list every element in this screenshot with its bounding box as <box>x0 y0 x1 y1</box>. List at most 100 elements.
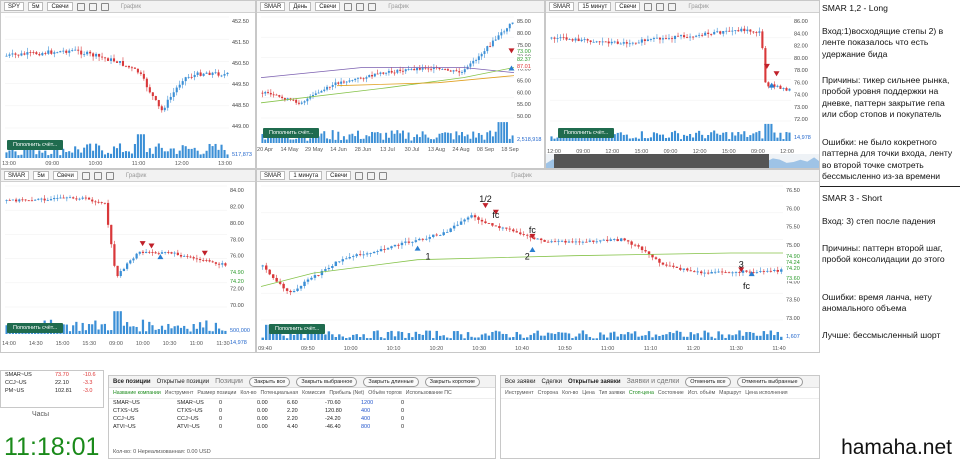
ticker-field[interactable]: SPY <box>4 2 25 11</box>
tab-all-orders[interactable]: Все заявки <box>505 379 536 385</box>
tab-trades[interactable]: Сделки <box>542 379 562 385</box>
ticker-field[interactable]: SMAR <box>260 2 286 11</box>
zoom-icon[interactable] <box>367 171 376 180</box>
chart-smar-5m[interactable]: SMAR 5м Свечи График 84.00 82.00 80.00 78.00 76.… <box>0 169 256 353</box>
volume-bar <box>324 334 327 340</box>
crosshair-icon[interactable] <box>81 171 90 180</box>
volume-bar <box>719 134 722 141</box>
price-label: 86.00 <box>794 19 808 25</box>
cancel-all-button[interactable]: Отменить все <box>685 376 731 387</box>
style-field[interactable]: Свечи <box>52 171 78 180</box>
volume-bar <box>199 154 202 158</box>
zoom-icon[interactable] <box>93 171 102 180</box>
candle-body <box>268 269 271 275</box>
candle-body <box>776 269 779 272</box>
candle-body <box>271 274 275 278</box>
ticker-field[interactable]: SMAR <box>4 171 30 180</box>
draw-icon[interactable] <box>668 2 677 11</box>
candle-body <box>430 68 433 70</box>
position-row[interactable]: CCJ~US CCJ~US 0 0.00 2.20 -24.20 400 0 <box>109 415 495 423</box>
chart-spy-5m[interactable]: SPY 5м Свечи График 452.50 451.50 450.50 449.50… <box>0 0 256 169</box>
draw-icon[interactable] <box>368 2 377 11</box>
timeframe-field[interactable]: 5м <box>33 171 49 180</box>
candle-body <box>543 240 546 242</box>
watchlist-panel: SMAR~US 73.70 -10.6 CCJ~US 22.10 -3.3 PM~US 1… <box>0 370 104 408</box>
close-short-button[interactable]: Закрыть короткие <box>424 376 480 387</box>
deposit-button[interactable]: Пополнить счёт... <box>7 140 64 150</box>
chart-smar-day[interactable]: SMARДеньСвечиГрафик85.0080.0075.0073.007… <box>256 0 545 169</box>
style-field[interactable]: Свечи <box>326 171 352 180</box>
cancel-selected-button[interactable]: Отменить выбранные <box>736 376 803 387</box>
volume-bar <box>619 334 623 340</box>
draw-icon[interactable] <box>379 171 388 180</box>
position-row[interactable]: CTXS~US CTXS~US 0 0.00 2.20 120.80 400 0 <box>109 407 495 415</box>
volume-bar <box>202 327 205 334</box>
chart-svg: 85.0080.0075.0073.0070.0065.0060.0055.00… <box>257 16 544 153</box>
timeframe-field[interactable]: День <box>289 2 312 11</box>
volume-bar <box>508 337 512 340</box>
candle-body <box>602 239 605 241</box>
position-row[interactable]: ATVI~US ATVI~US 0 0.00 4.40 -46.40 800 0 <box>109 423 495 431</box>
chart-smar-15m[interactable]: SMAR 15 минут Свечи График 86.00 84.00 82.00 80… <box>545 0 820 169</box>
watch-row[interactable]: CCJ~US 22.10 -3.3 <box>1 379 103 387</box>
zoom-icon[interactable] <box>88 2 97 11</box>
timeframe-field[interactable]: 5м <box>28 2 44 11</box>
watch-row[interactable]: SMAR~US 73.70 -10.6 <box>1 371 103 379</box>
position-row[interactable]: SMAR~US SMAR~US 0 0.00 6.60 -70.60 1200 0 <box>109 399 495 407</box>
volume-bar <box>539 335 543 340</box>
deposit-button[interactable]: Пополнить счёт... <box>269 324 326 334</box>
deposit-button[interactable]: Пополнить счёт... <box>7 323 64 333</box>
notes-panel: SMAR 1,2 - Long Вход:1)восходящие степы … <box>820 0 960 459</box>
watch-row[interactable]: PM~US 102.81 -3.0 <box>1 387 103 395</box>
volume-bar <box>759 335 762 340</box>
candle-body <box>640 246 644 251</box>
candle-body <box>676 35 680 37</box>
candle-body <box>477 217 480 220</box>
close-selected-button[interactable]: Закрыть выбранное <box>296 376 358 387</box>
zoom-icon[interactable] <box>656 2 665 11</box>
tab-open-orders[interactable]: Открытые заявки <box>568 379 621 385</box>
close-all-button[interactable]: Закрыть все <box>248 376 291 387</box>
close-long-button[interactable]: Закрыть длинные <box>363 376 419 387</box>
volume-bar <box>424 134 427 143</box>
style-field[interactable]: Свечи <box>615 2 641 11</box>
time-label: 10:00 <box>136 341 150 347</box>
candle-body <box>303 101 306 103</box>
zoom-icon[interactable] <box>356 2 365 11</box>
candle-body <box>571 241 574 243</box>
candle-body <box>18 199 21 202</box>
draw-icon[interactable] <box>105 171 114 180</box>
candle-body <box>441 69 444 70</box>
candle-body <box>661 38 665 40</box>
crosshair-icon[interactable] <box>644 2 653 11</box>
crosshair-icon[interactable] <box>76 2 85 11</box>
style-field[interactable]: Свечи <box>315 2 341 11</box>
volume-bar <box>553 333 557 340</box>
deposit-button[interactable]: Пополнить счёт... <box>263 128 320 138</box>
ticker-field[interactable]: SMAR <box>260 171 286 180</box>
orders-title: Заявки и сделки <box>626 378 680 385</box>
crosshair-icon[interactable] <box>344 2 353 11</box>
volume-bar <box>550 333 553 340</box>
candle-body <box>328 86 331 88</box>
volume-bar <box>413 137 416 143</box>
volume-bar <box>369 338 372 340</box>
volume-bar <box>740 134 743 141</box>
chart-smar-1m[interactable]: SMAR 1 минута Свечи График 76.50 76.00 75.50 75… <box>256 169 820 353</box>
candle-body <box>106 202 110 225</box>
candle-body <box>574 241 578 243</box>
candle-body <box>581 241 585 243</box>
timeframe-field[interactable]: 15 минут <box>578 2 612 11</box>
crosshair-icon[interactable] <box>355 171 364 180</box>
tab-open-positions[interactable]: Открытые позиции <box>157 379 210 385</box>
candle-body <box>199 72 202 76</box>
ticker-field[interactable]: SMAR <box>549 2 575 11</box>
draw-icon[interactable] <box>100 2 109 11</box>
candle-body <box>665 264 668 266</box>
style-field[interactable]: Свечи <box>47 2 73 11</box>
timeframe-field[interactable]: 1 минута <box>289 171 323 180</box>
candle-body <box>651 254 654 258</box>
deposit-button[interactable]: Пополнить счёт... <box>558 128 615 138</box>
volume-bar <box>118 143 122 158</box>
tab-all-positions[interactable]: Все позиции <box>113 379 151 385</box>
